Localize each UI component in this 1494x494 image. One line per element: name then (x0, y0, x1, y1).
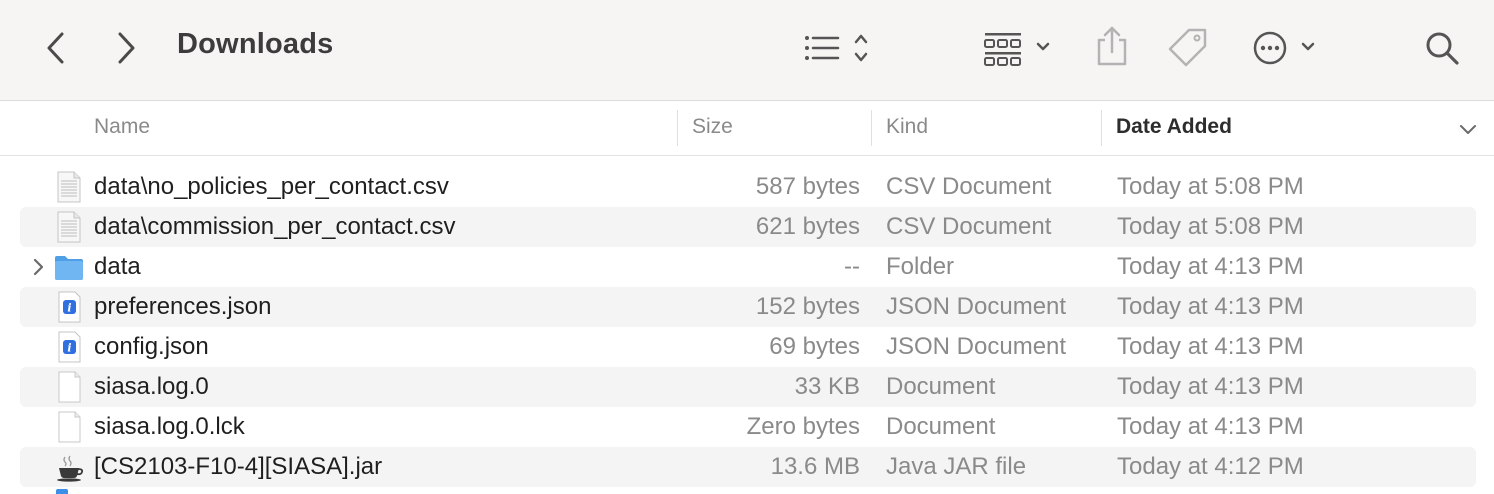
share-icon (1097, 26, 1127, 66)
column-header-size[interactable]: Size (692, 115, 733, 139)
column-header-kind[interactable]: Kind (886, 115, 928, 139)
svg-text:i: i (67, 342, 71, 355)
window-title: Downloads (177, 28, 334, 60)
file-kind: Java JAR file (886, 453, 1027, 480)
json-document-icon: i (58, 291, 81, 323)
folder-row[interactable]: data -- Folder Today at 4:13 PM (20, 247, 1476, 287)
column-divider[interactable] (1101, 110, 1102, 146)
column-header-name[interactable]: Name (94, 115, 150, 139)
disclosure-triangle-icon[interactable] (28, 257, 48, 277)
file-date-added: Today at 4:12 PM (1117, 453, 1304, 480)
chevron-down-icon (1460, 125, 1476, 134)
file-kind: JSON Document (886, 333, 1067, 360)
forward-button[interactable] (106, 28, 146, 68)
column-header-date-added[interactable]: Date Added (1116, 115, 1232, 139)
file-kind: Document (886, 373, 996, 400)
view-options-button[interactable] (800, 28, 880, 68)
tag-button[interactable] (1166, 26, 1210, 70)
more-icon (1253, 31, 1315, 65)
csv-document-icon (57, 171, 81, 203)
back-button[interactable] (36, 28, 76, 68)
file-row[interactable]: data\commission_per_contact.csv 621 byte… (20, 207, 1476, 247)
share-button[interactable] (1092, 24, 1132, 68)
document-icon (58, 371, 81, 403)
back-icon (47, 32, 64, 64)
java-jar-icon (57, 455, 84, 482)
file-size: 69 bytes (769, 333, 860, 360)
file-size: 587 bytes (755, 173, 860, 200)
file-kind: Folder (886, 253, 955, 280)
column-divider[interactable] (871, 110, 872, 146)
column-header: Name Size Kind Date Added (0, 101, 1494, 156)
file-row[interactable]: i config.json 69 bytes JSON Document Tod… (20, 327, 1476, 367)
file-date-added: Today at 4:13 PM (1117, 413, 1304, 440)
list-view-icon (805, 34, 868, 62)
file-row[interactable]: [CS2103-F10-4][SIASA].jar 13.6 MB Java J… (20, 447, 1476, 487)
sort-direction-toggle[interactable] (1456, 117, 1480, 141)
json-document-icon: i (58, 331, 81, 363)
toolbar: Downloads (0, 0, 1494, 101)
search-icon (1426, 32, 1459, 65)
file-date-added: Today at 4:13 PM (1117, 373, 1304, 400)
file-size: 152 bytes (755, 293, 860, 320)
next-row-icon-peek (56, 489, 68, 494)
file-date-added: Today at 5:08 PM (1117, 213, 1304, 240)
file-name: config.json (94, 333, 209, 360)
file-size: 621 bytes (755, 213, 860, 240)
column-divider[interactable] (677, 110, 678, 146)
file-row[interactable]: siasa.log.0.lck Zero bytes Document Toda… (20, 407, 1476, 447)
file-row[interactable]: data\no_policies_per_contact.csv 587 byt… (20, 167, 1476, 207)
file-name: data\no_policies_per_contact.csv (94, 173, 449, 200)
file-name: [CS2103-F10-4][SIASA].jar (94, 453, 383, 480)
file-kind: Document (886, 413, 996, 440)
document-icon (58, 411, 81, 443)
forward-icon (118, 32, 135, 64)
file-size: -- (844, 253, 860, 280)
group-icon (984, 33, 1050, 66)
file-name: siasa.log.0.lck (94, 413, 245, 440)
search-button[interactable] (1422, 28, 1462, 68)
file-size: Zero bytes (746, 413, 860, 440)
file-kind: CSV Document (886, 173, 1052, 200)
file-date-added: Today at 4:13 PM (1117, 293, 1304, 320)
file-row[interactable]: siasa.log.0 33 KB Document Today at 4:13… (20, 367, 1476, 407)
csv-document-icon (57, 211, 81, 243)
file-name: data\commission_per_contact.csv (94, 213, 456, 240)
file-size: 33 KB (794, 373, 860, 400)
file-date-added: Today at 4:13 PM (1117, 253, 1304, 280)
svg-text:i: i (67, 302, 71, 315)
more-actions-button[interactable] (1250, 28, 1322, 68)
group-button[interactable] (982, 28, 1057, 68)
file-size: 13.6 MB (770, 453, 860, 480)
file-name: siasa.log.0 (94, 373, 209, 400)
file-name: preferences.json (94, 293, 272, 320)
file-date-added: Today at 5:08 PM (1117, 173, 1304, 200)
file-name: data (94, 253, 141, 280)
file-date-added: Today at 4:13 PM (1117, 333, 1304, 360)
tag-icon (1168, 28, 1207, 67)
file-row[interactable]: i preferences.json 152 bytes JSON Docume… (20, 287, 1476, 327)
file-kind: JSON Document (886, 293, 1067, 320)
folder-icon (55, 256, 83, 280)
file-kind: CSV Document (886, 213, 1052, 240)
